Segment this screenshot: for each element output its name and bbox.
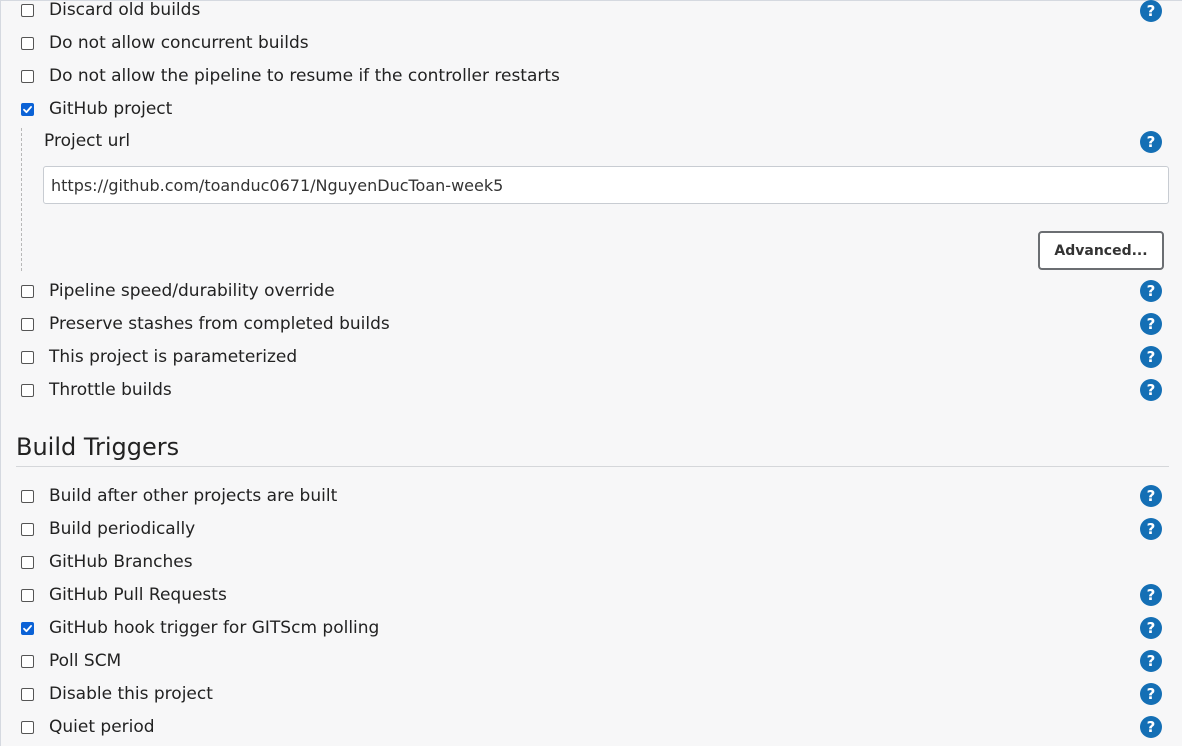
option-label: GitHub hook trigger for GITScm polling [49,618,380,638]
trigger-github-pull-requests[interactable]: GitHub Pull Requests [21,581,227,609]
checkbox-no-concurrent-builds[interactable] [21,36,34,50]
trigger-github-hook[interactable]: GitHub hook trigger for GITScm polling [21,614,379,642]
option-preserve-stashes[interactable]: Preserve stashes from completed builds [21,310,390,338]
help-icon[interactable]: ? [1140,518,1162,540]
option-label: GitHub project [49,99,173,119]
option-no-concurrent-builds[interactable]: Do not allow concurrent builds [21,29,309,57]
option-label: Discard old builds [49,0,201,20]
trigger-poll-scm[interactable]: Poll SCM [21,647,121,675]
option-github-project[interactable]: GitHub project [21,95,172,123]
option-label: Build after other projects are built [49,486,338,506]
option-label: Poll SCM [49,651,122,671]
help-icon[interactable]: ? [1140,313,1162,335]
option-label: Build periodically [49,519,196,539]
help-icon[interactable]: ? [1140,131,1162,153]
option-durability-override[interactable]: Pipeline speed/durability override [21,277,335,305]
option-discard-old-builds[interactable]: Discard old builds [21,0,200,24]
option-label: This project is parameterized [49,347,298,367]
option-label: Preserve stashes from completed builds [49,314,390,334]
option-label: GitHub Branches [49,552,193,572]
help-icon[interactable]: ? [1140,683,1162,705]
option-label: Quiet period [49,717,155,737]
checkbox-preserve-stashes[interactable] [21,317,34,331]
checkbox-after-other-projects[interactable] [21,489,34,503]
checkbox-github-project[interactable] [21,102,34,116]
help-icon[interactable]: ? [1140,617,1162,639]
project-url-label: Project url [44,131,131,151]
checkbox-build-periodically[interactable] [21,522,34,536]
checkbox-poll-scm[interactable] [21,654,34,668]
help-icon[interactable]: ? [1140,584,1162,606]
checkbox-no-resume[interactable] [21,69,34,83]
option-label: Disable this project [49,684,213,704]
option-label: Do not allow concurrent builds [49,33,309,53]
checkbox-throttle-builds[interactable] [21,383,34,397]
trigger-after-other-projects[interactable]: Build after other projects are built [21,482,337,510]
help-icon[interactable]: ? [1140,346,1162,368]
section-divider [16,466,1169,467]
option-label: Throttle builds [49,380,172,400]
checkbox-parameterized[interactable] [21,350,34,364]
checkmark-icon [23,105,32,113]
help-icon[interactable]: ? [1140,716,1162,738]
advanced-button[interactable]: Advanced... [1038,231,1164,270]
help-icon[interactable]: ? [1140,485,1162,507]
option-label: GitHub Pull Requests [49,585,227,605]
section-title-build-triggers: Build Triggers [16,433,180,461]
checkbox-github-pull-requests[interactable] [21,588,34,602]
option-quiet-period[interactable]: Quiet period [21,713,155,741]
option-no-resume[interactable]: Do not allow the pipeline to resume if t… [21,62,560,90]
checkbox-github-branches[interactable] [21,555,34,569]
help-icon[interactable]: ? [1140,650,1162,672]
help-icon[interactable]: ? [1140,0,1162,22]
option-label: Do not allow the pipeline to resume if t… [49,66,560,86]
project-url-input[interactable] [43,166,1169,204]
checkbox-discard-old-builds[interactable] [21,3,34,17]
checkbox-disable-project[interactable] [21,687,34,701]
checkbox-quiet-period[interactable] [21,720,34,734]
help-icon[interactable]: ? [1140,280,1162,302]
option-parameterized[interactable]: This project is parameterized [21,343,297,371]
option-disable-project[interactable]: Disable this project [21,680,213,708]
checkbox-durability-override[interactable] [21,284,34,298]
checkbox-github-hook[interactable] [21,621,34,635]
trigger-github-branches[interactable]: GitHub Branches [21,548,193,576]
github-project-nested-block [21,128,22,271]
option-label: Pipeline speed/durability override [49,281,335,301]
help-icon[interactable]: ? [1140,379,1162,401]
option-throttle-builds[interactable]: Throttle builds [21,376,172,404]
trigger-build-periodically[interactable]: Build periodically [21,515,195,543]
checkmark-icon [23,624,32,632]
